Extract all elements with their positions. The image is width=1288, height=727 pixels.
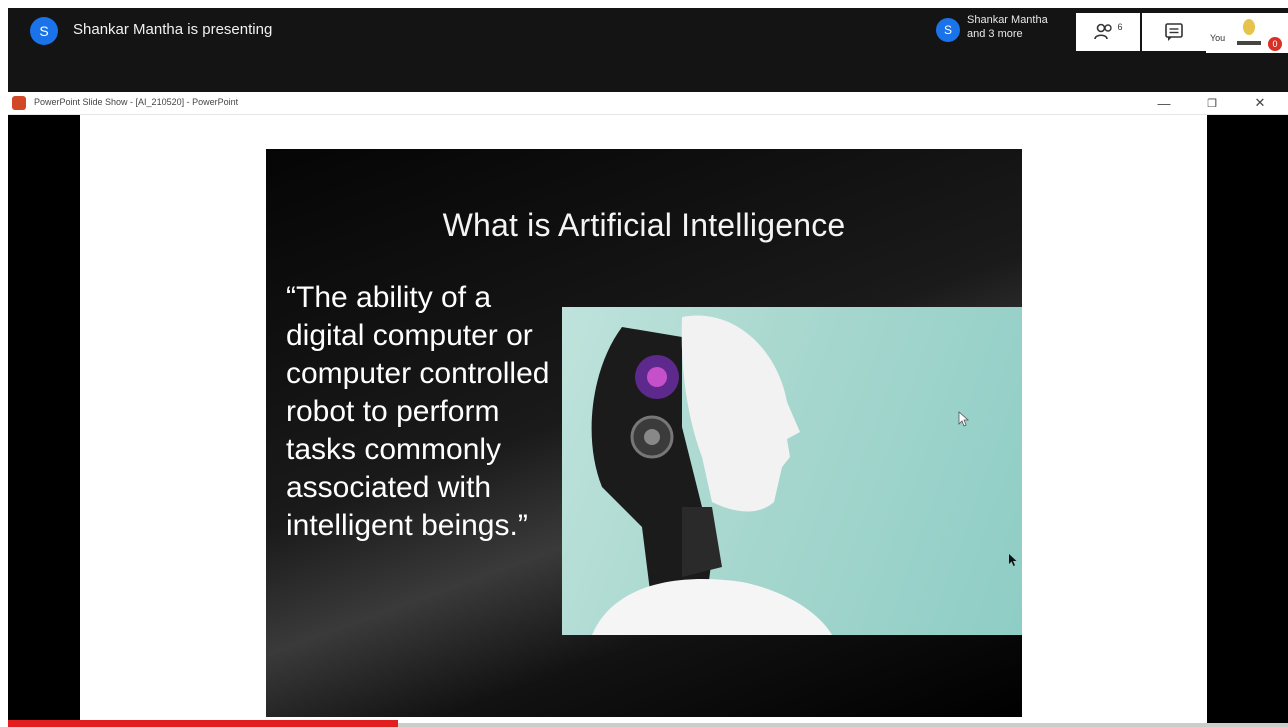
slide-quote: “The ability of a digital computer or co… — [286, 281, 550, 542]
people-icon — [1094, 23, 1113, 40]
chat-icon — [1165, 23, 1183, 41]
self-view-icon — [1237, 19, 1261, 45]
meet-top-bar: S Shankar Mantha is presenting S Shankar… — [8, 8, 1288, 92]
powerpoint-titlebar: PowerPoint Slide Show - [AI_210520] - Po… — [8, 92, 1288, 115]
presenter-avatar: S — [30, 17, 58, 45]
pointer-icon — [1009, 554, 1017, 566]
robot-illustration — [591, 315, 832, 635]
notification-badge: 0 — [1268, 37, 1282, 51]
cursor-icon — [958, 411, 970, 427]
participants-name: Shankar Mantha — [967, 14, 1048, 26]
participants-label: Shankar Mantha and 3 more — [967, 13, 1048, 41]
restore-button[interactable]: ❐ — [1198, 94, 1226, 112]
robot-head-image — [562, 307, 1022, 635]
self-view-tile[interactable]: You 0 — [1206, 13, 1288, 53]
powerpoint-icon — [12, 96, 26, 110]
participants-more: and 3 more — [967, 28, 1023, 40]
slide-title: What is Artificial Intelligence — [442, 207, 846, 243]
letterbox-left — [8, 115, 80, 727]
presenting-status: Shankar Mantha is presenting — [73, 21, 273, 38]
people-button[interactable]: 6 — [1076, 13, 1140, 51]
slide: What is Artificial Intelligence “The abi… — [266, 149, 1022, 717]
participant-avatar: S — [936, 18, 960, 42]
window-title: PowerPoint Slide Show - [AI_210520] - Po… — [34, 97, 239, 107]
people-count: 6 — [1117, 22, 1123, 32]
presentation-progress-track — [398, 723, 1288, 727]
participants-chip[interactable]: S Shankar Mantha and 3 more — [930, 8, 1078, 52]
letterbox-right — [1207, 115, 1288, 727]
close-button[interactable]: ✕ — [1246, 94, 1274, 112]
presentation-progress — [8, 720, 398, 727]
chat-button[interactable] — [1142, 13, 1206, 51]
minimize-button[interactable]: — — [1150, 94, 1178, 112]
you-label: You — [1210, 33, 1226, 43]
slide-show-area: What is Artificial Intelligence “The abi… — [8, 115, 1288, 727]
